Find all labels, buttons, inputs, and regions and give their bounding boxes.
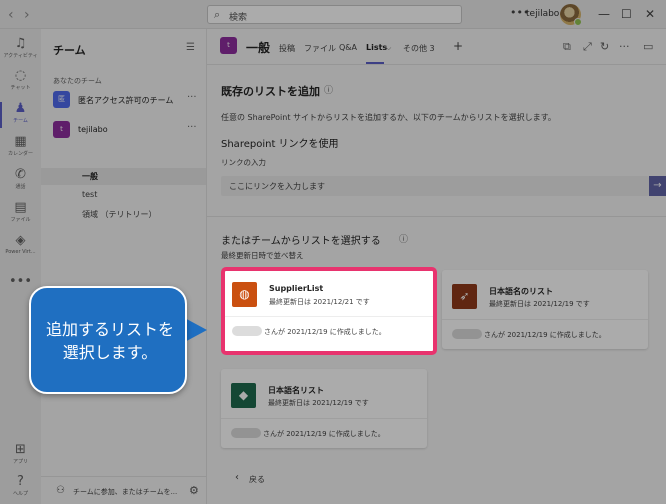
channel-avatar: t [220, 37, 237, 54]
chat-icon: ◌ [14, 68, 27, 83]
join-team-icon: ⚇ [56, 485, 65, 496]
team-avatar: t [53, 121, 70, 138]
search-input[interactable]: ⌕ 検索 [207, 5, 462, 24]
info-icon[interactable]: ⓘ [324, 83, 333, 96]
expand-icon[interactable]: ⤢ [583, 40, 592, 54]
app-rail: ♫ アクティビティ ◌ チャット ♟ チーム ▦ カレンダー ✆ 通話 ▤ ファイル ◈ Po… [0, 29, 41, 504]
refresh-icon[interactable]: ↻ [600, 40, 609, 53]
tab-more[interactable]: その他 3 [403, 43, 435, 54]
help-icon: ? [17, 474, 24, 489]
team-avatar: 匿 [53, 91, 70, 108]
minimize-button[interactable]: — [598, 7, 610, 21]
card-separator [221, 418, 427, 419]
phone-icon: ✆ [15, 167, 26, 182]
filter-icon[interactable]: ☰ [186, 42, 195, 53]
cube-icon: ◆ [231, 383, 256, 408]
active-tab-indicator [366, 62, 384, 64]
team-item-tejilabo[interactable]: t tejilabo ··· [53, 121, 203, 139]
tab-lists[interactable]: Lists [366, 43, 387, 52]
channel-header: t 一般 投稿 ファイル Q&A Lists ⌵ その他 3 + ⧉ ⤢ ↻ ·… [207, 29, 666, 65]
team-more-icon[interactable]: ··· [187, 92, 197, 103]
link-input[interactable]: ここにリンクを入力します [221, 176, 649, 196]
rail-apps[interactable]: ⊞ アプリ [0, 442, 41, 466]
sort-label: 最終更新日時で並べ替え [221, 251, 304, 260]
section-label: あなたのチーム [53, 77, 102, 85]
maximize-button[interactable]: ☐ [621, 7, 632, 21]
channel-test[interactable]: test [82, 190, 97, 199]
back-button[interactable]: 戻る [249, 474, 265, 485]
gear-icon[interactable]: ⚙ [189, 484, 199, 497]
more-options-icon[interactable]: ··· [619, 40, 630, 53]
forward-nav-icon[interactable]: › [24, 7, 30, 23]
rail-chat[interactable]: ◌ チャット [0, 68, 41, 92]
choose-heading: またはチームからリストを選択する [221, 236, 381, 247]
arrow-right-icon[interactable]: → [649, 176, 666, 196]
chevron-down-icon[interactable]: ⌵ [386, 44, 391, 53]
calendar-icon: ▦ [14, 134, 27, 149]
pane-footer: ⚇ チームに参加、またはチームを... ⚙ [41, 476, 206, 504]
tab-posts[interactable]: 投稿 [279, 43, 295, 54]
rail-files[interactable]: ▤ ファイル [0, 200, 41, 224]
teams-icon: ♟ [14, 101, 27, 116]
rail-calendar[interactable]: ▦ カレンダー [0, 134, 41, 158]
callout-text: 追加するリストを 選択します。 [45, 320, 174, 362]
more-icon: ••• [8, 274, 32, 289]
redacted-author [452, 329, 482, 339]
redacted-author [231, 428, 261, 438]
channel-territory[interactable]: 領域 （テリトリー） [82, 209, 157, 220]
tab-qa[interactable]: Q&A [339, 43, 357, 52]
bell-icon: ♫ [14, 36, 27, 51]
card-separator [442, 319, 648, 320]
divider [207, 216, 666, 217]
add-list-description: 任意の SharePoint サイトからリストを追加するか、以下のチームからリス… [221, 113, 556, 122]
info-icon[interactable]: ⓘ [399, 232, 408, 245]
bot-icon: ◈ [15, 233, 26, 248]
add-tab-button[interactable]: + [453, 39, 463, 53]
rail-more[interactable]: ••• [0, 275, 41, 289]
channel-active-bg [41, 168, 206, 185]
link-label: リンクの入力 [221, 158, 266, 167]
file-icon: ▤ [14, 200, 27, 215]
rail-teams[interactable]: ♟ チーム [0, 101, 41, 128]
meet-icon[interactable]: ▭ [643, 40, 653, 53]
rail-power-virtual-agents[interactable]: ◈ Power Virt... [0, 233, 41, 256]
instruction-callout: 追加するリストを 選択します。 [29, 286, 187, 394]
rocket-icon: ➶ [452, 284, 477, 309]
rail-activity[interactable]: ♫ アクティビティ [0, 36, 41, 60]
user-name: tejilabo [526, 9, 560, 19]
teams-pane: チーム ☰ あなたのチーム 匿 匿名アクセス許可のチーム ··· t tejil… [41, 29, 207, 504]
add-list-title: 既存のリストを追加 [221, 85, 320, 98]
highlight-frame [221, 267, 437, 355]
apps-icon: ⊞ [15, 442, 26, 457]
team-more-icon[interactable]: ··· [187, 122, 197, 133]
list-card[interactable]: ➶ 日本語名のリスト 最終更新日は 2021/12/19 です さんが 2021… [442, 270, 648, 349]
sharepoint-heading: Sharepoint リンクを使用 [221, 139, 339, 150]
list-card[interactable]: ◆ 日本語名リスト 最終更新日は 2021/12/19 です さんが 2021/… [221, 369, 427, 448]
channel-general[interactable]: 一般 [82, 171, 98, 182]
popout-icon[interactable]: ⧉ [563, 40, 571, 54]
search-icon: ⌕ [214, 8, 221, 21]
pane-title: チーム [53, 44, 86, 57]
close-button[interactable]: ✕ [645, 7, 655, 21]
rail-help[interactable]: ? ヘルプ [0, 474, 41, 498]
join-team-link[interactable]: チームに参加、またはチームを... [73, 487, 177, 497]
back-nav-icon[interactable]: ‹ [8, 7, 14, 23]
rail-calls[interactable]: ✆ 通話 [0, 167, 41, 191]
chevron-left-icon[interactable]: ‹ [235, 472, 239, 483]
channel-title: 一般 [246, 41, 271, 55]
tab-files[interactable]: ファイル [304, 43, 336, 54]
title-bar: ‹ › ⌕ 検索 ••• tejilabo — ☐ ✕ [0, 0, 666, 29]
team-item-anonymous[interactable]: 匿 匿名アクセス許可のチーム ··· [53, 91, 203, 109]
presence-icon [574, 18, 582, 26]
